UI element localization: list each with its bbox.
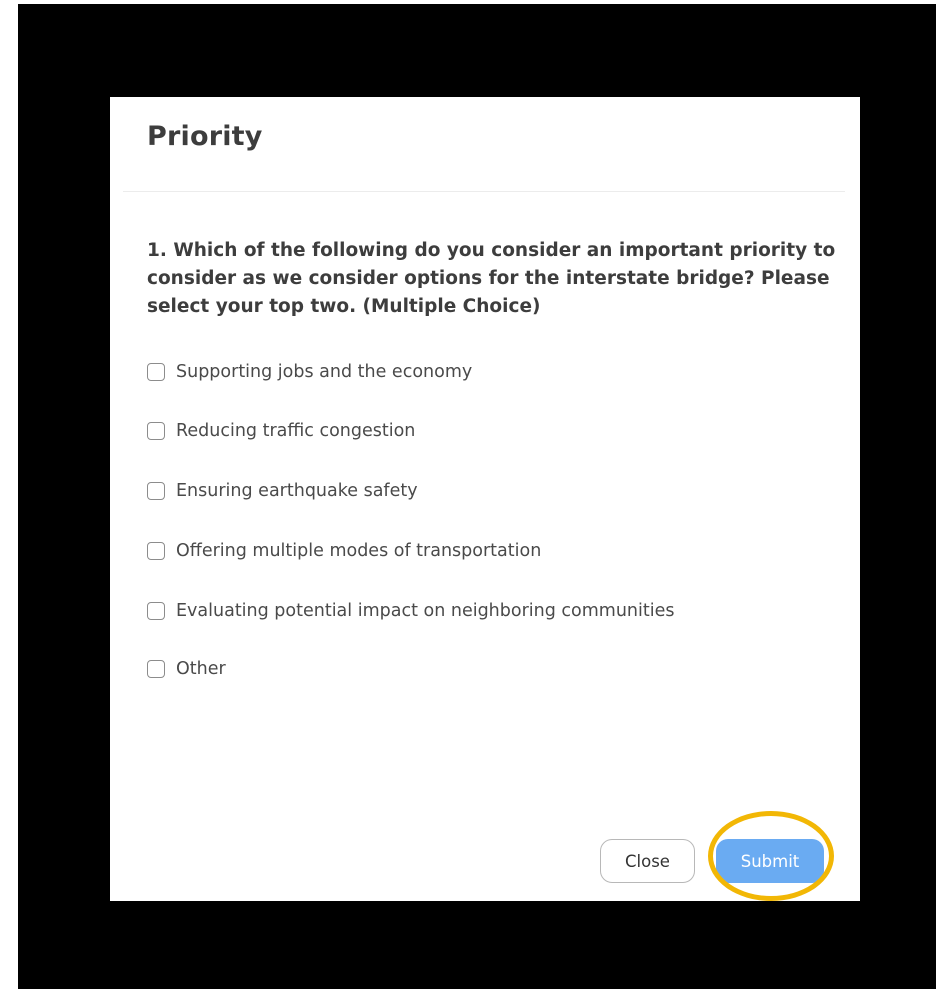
option-supporting-jobs[interactable]: Supporting jobs and the economy <box>147 362 472 382</box>
option-label: Ensuring earthquake safety <box>176 481 418 501</box>
option-earthquake-safety[interactable]: Ensuring earthquake safety <box>147 481 418 501</box>
dialog-title: Priority <box>147 121 263 152</box>
question-text: 1. Which of the following do you conside… <box>147 240 836 317</box>
checkbox-icon[interactable] <box>147 363 165 381</box>
close-button[interactable]: Close <box>600 839 695 883</box>
submit-button[interactable]: Submit <box>716 839 824 883</box>
option-reducing-traffic[interactable]: Reducing traffic congestion <box>147 421 415 441</box>
option-label: Reducing traffic congestion <box>176 421 416 441</box>
option-label: Supporting jobs and the economy <box>176 362 473 382</box>
option-label: Evaluating potential impact on neighbori… <box>176 601 675 621</box>
checkbox-icon[interactable] <box>147 482 165 500</box>
option-other[interactable]: Other <box>147 659 226 679</box>
option-label: Offering multiple modes of transportatio… <box>176 541 542 561</box>
priority-dialog: Priority 1. Which of the following do yo… <box>110 97 860 901</box>
option-neighboring-communities[interactable]: Evaluating potential impact on neighbori… <box>147 601 675 621</box>
option-multiple-modes[interactable]: Offering multiple modes of transportatio… <box>147 541 541 561</box>
checkbox-icon[interactable] <box>147 422 165 440</box>
checkbox-icon[interactable] <box>147 542 165 560</box>
option-label: Other <box>176 659 226 679</box>
checkbox-icon[interactable] <box>147 660 165 678</box>
title-divider <box>123 191 845 192</box>
checkbox-icon[interactable] <box>147 602 165 620</box>
